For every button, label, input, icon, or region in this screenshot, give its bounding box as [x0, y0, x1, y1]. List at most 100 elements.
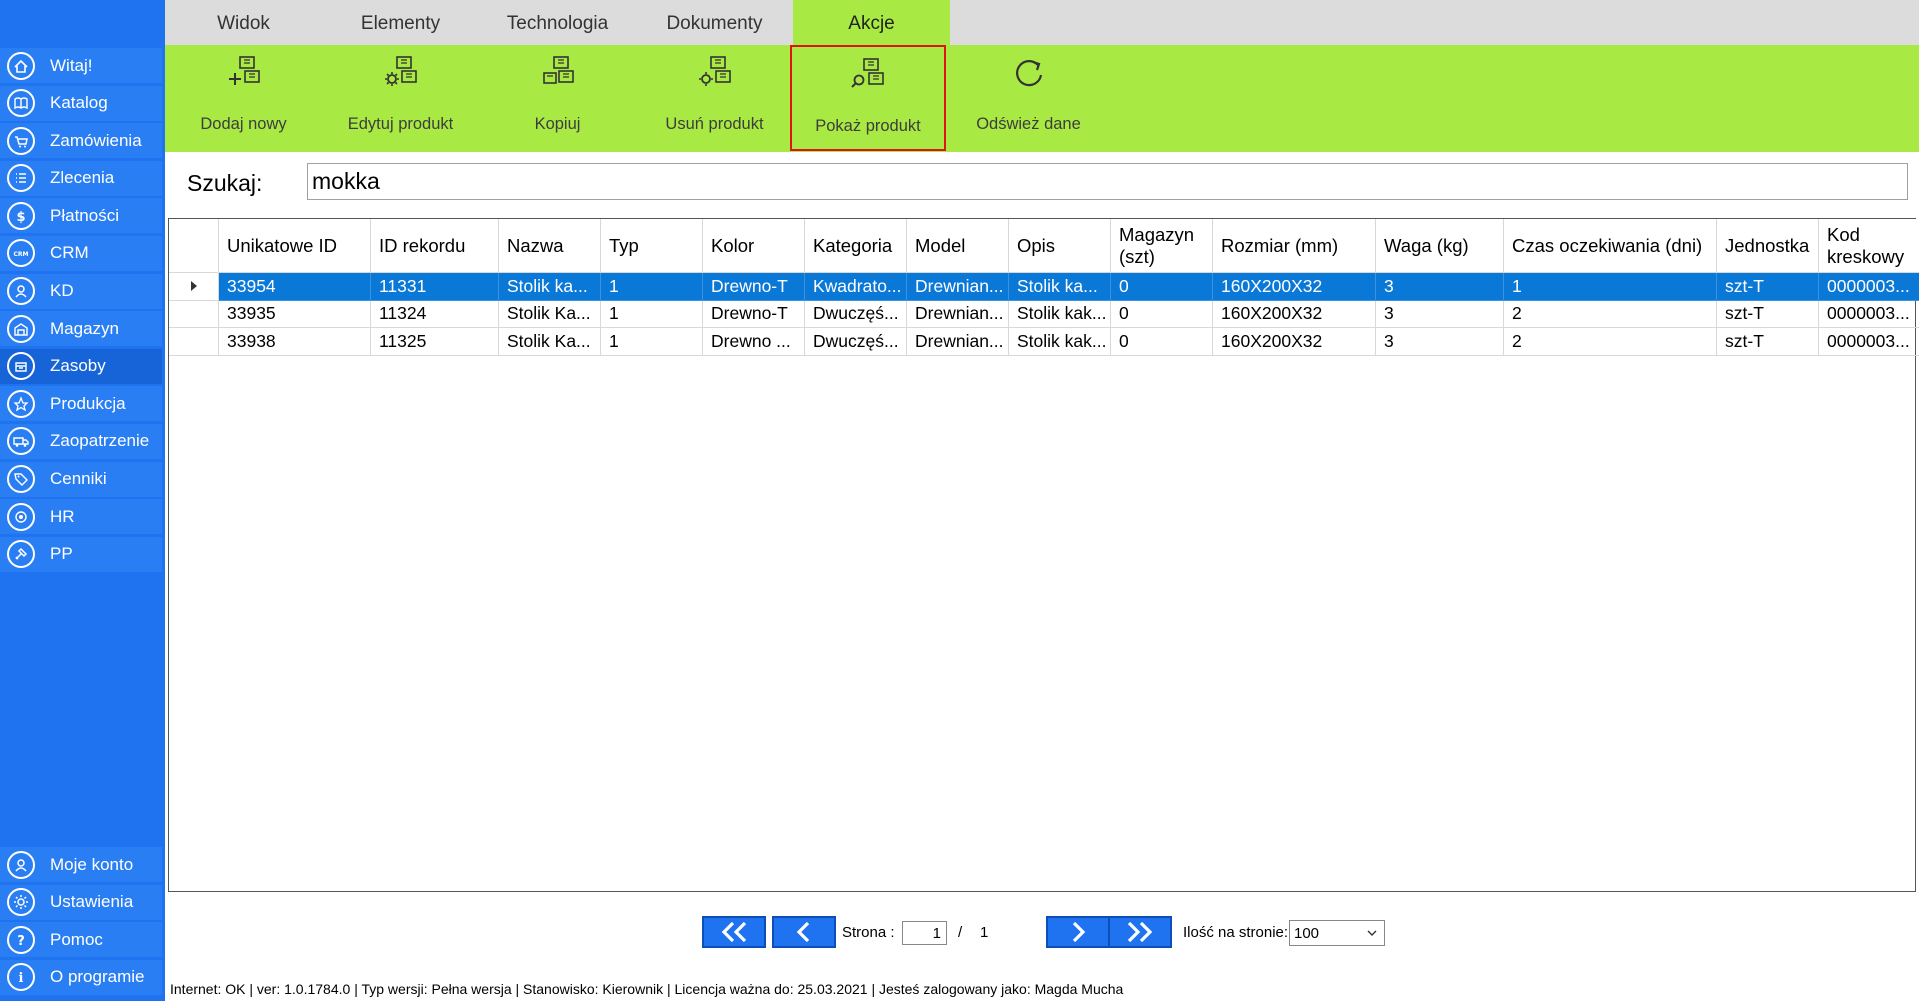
table-cell[interactable]: Dwuczęś... — [805, 328, 907, 356]
table-cell[interactable]: Drewnian... — [907, 328, 1009, 356]
first-page-button[interactable] — [702, 916, 766, 948]
tab-elementy[interactable]: Elementy — [322, 0, 479, 45]
items-per-page-select[interactable]: 100 — [1289, 920, 1385, 946]
table-cell[interactable]: Kwadrato... — [805, 273, 907, 301]
table-cell[interactable]: 11324 — [371, 300, 499, 328]
edytuj-produkt-button[interactable]: Edytuj produkt — [322, 45, 479, 152]
sidebar-item-kd[interactable]: KD — [0, 273, 162, 309]
page-number-input[interactable] — [902, 921, 947, 945]
table-row[interactable]: 33938 11325 Stolik Ka... 1 Drewno ... Dwuczęś… — [169, 328, 1919, 356]
sidebar-item-ustawienia[interactable]: Ustawienia — [0, 884, 162, 920]
table-cell[interactable]: 0000003... — [1819, 273, 1919, 301]
tab-dokumenty[interactable]: Dokumenty — [636, 0, 793, 45]
table-cell[interactable]: 2 — [1504, 328, 1717, 356]
column-header[interactable]: Typ — [601, 219, 703, 273]
dodaj-nowy-button[interactable]: Dodaj nowy — [165, 45, 322, 152]
sidebar-item-platnosci[interactable]: $ Płatności — [0, 198, 162, 234]
table-cell[interactable]: 1 — [601, 273, 703, 301]
tab-widok[interactable]: Widok — [165, 0, 322, 45]
sidebar-item-zasoby[interactable]: Zasoby — [0, 348, 162, 384]
table-cell[interactable]: 3 — [1376, 300, 1504, 328]
table-row[interactable]: 33954 11331 Stolik ka... 1 Drewno-T Kwadrato.… — [169, 273, 1919, 301]
table-cell[interactable]: Stolik Ka... — [499, 328, 601, 356]
table-cell[interactable]: 160X200X32 — [1213, 273, 1376, 301]
table-row[interactable]: 33935 11324 Stolik Ka... 1 Drewno-T Dwuczęś..… — [169, 300, 1919, 328]
row-selector[interactable] — [169, 328, 219, 356]
sidebar-item-hr[interactable]: HR — [0, 499, 162, 535]
table-cell[interactable]: 1 — [1504, 273, 1717, 301]
kopiuj-button[interactable]: Kopiuj — [479, 45, 636, 152]
table-cell[interactable]: Stolik kak... — [1009, 300, 1111, 328]
table-cell[interactable]: Stolik ka... — [499, 273, 601, 301]
sidebar-item-crm[interactable]: CRM CRM — [0, 235, 162, 271]
table-cell[interactable]: Drewnian... — [907, 300, 1009, 328]
table-cell[interactable]: Stolik ka... — [1009, 273, 1111, 301]
table-cell[interactable]: Dwuczęś... — [805, 300, 907, 328]
products-table[interactable]: Unikatowe ID ID rekordu Nazwa Typ Kolor Kateg… — [168, 218, 1919, 892]
sidebar-item-pomoc[interactable]: ? Pomoc — [0, 922, 162, 958]
sidebar-item-magazyn[interactable]: Magazyn — [0, 311, 162, 347]
table-cell[interactable]: 2 — [1504, 300, 1717, 328]
column-header[interactable]: Waga (kg) — [1376, 219, 1504, 273]
column-header[interactable]: Magazyn (szt) — [1111, 219, 1213, 273]
column-header[interactable]: Czas oczekiwania (dni) — [1504, 219, 1717, 273]
table-cell[interactable]: Stolik Ka... — [499, 300, 601, 328]
column-header[interactable]: Kod kreskowy — [1819, 219, 1919, 273]
pokaz-produkt-button[interactable]: Pokaż produkt — [790, 45, 946, 151]
table-cell[interactable]: 11325 — [371, 328, 499, 356]
table-cell[interactable]: 0 — [1111, 328, 1213, 356]
table-cell[interactable]: Drewno-T — [703, 300, 805, 328]
table-cell[interactable]: 33935 — [219, 300, 371, 328]
next-page-button[interactable] — [1046, 916, 1110, 948]
usun-produkt-button[interactable]: Usuń produkt — [636, 45, 793, 152]
table-cell[interactable]: 33954 — [219, 273, 371, 301]
table-cell[interactable]: 33938 — [219, 328, 371, 356]
table-cell[interactable]: 0 — [1111, 300, 1213, 328]
column-header[interactable]: Opis — [1009, 219, 1111, 273]
sidebar-item-witaj[interactable]: Witaj! — [0, 48, 162, 83]
table-cell[interactable]: szt-T — [1717, 273, 1819, 301]
table-cell[interactable]: 160X200X32 — [1213, 300, 1376, 328]
search-input[interactable] — [307, 163, 1908, 200]
sidebar-item-produkcja[interactable]: Produkcja — [0, 386, 162, 422]
table-cell[interactable]: 0000003... — [1819, 328, 1919, 356]
sidebar-item-katalog[interactable]: Katalog — [0, 85, 162, 121]
sidebar-item-o-programie[interactable]: i O programie — [0, 959, 162, 995]
sidebar-item-zaopatrzenie[interactable]: Zaopatrzenie — [0, 423, 162, 459]
last-page-button[interactable] — [1108, 916, 1172, 948]
row-selector[interactable] — [169, 273, 219, 301]
table-cell[interactable]: 0 — [1111, 273, 1213, 301]
column-header[interactable]: Nazwa — [499, 219, 601, 273]
sidebar-item-moje-konto[interactable]: Moje konto — [0, 847, 162, 882]
previous-page-button[interactable] — [772, 916, 836, 948]
table-cell[interactable]: 3 — [1376, 273, 1504, 301]
sidebar-item-cenniki[interactable]: Cenniki — [0, 461, 162, 497]
sidebar-item-zamowienia[interactable]: Zamówienia — [0, 123, 162, 159]
tab-akcje[interactable]: Akcje — [793, 0, 950, 45]
table-cell[interactable]: 3 — [1376, 328, 1504, 356]
table-cell[interactable]: 160X200X32 — [1213, 328, 1376, 356]
sidebar-item-zlecenia[interactable]: Zlecenia — [0, 160, 162, 196]
column-header[interactable]: Rozmiar (mm) — [1213, 219, 1376, 273]
table-cell[interactable]: 0000003... — [1819, 301, 1919, 328]
table-cell[interactable]: 11331 — [371, 273, 499, 301]
table-cell[interactable]: 1 — [601, 300, 703, 328]
table-cell[interactable]: Stolik kak... — [1009, 328, 1111, 356]
sidebar-item-label: Magazyn — [50, 318, 119, 338]
column-header[interactable]: Jednostka — [1717, 219, 1819, 273]
column-header[interactable]: Unikatowe ID — [219, 219, 371, 273]
column-header[interactable]: Model — [907, 219, 1009, 273]
table-cell[interactable]: szt-T — [1717, 300, 1819, 328]
tab-technologia[interactable]: Technologia — [479, 0, 636, 45]
column-header[interactable]: Kolor — [703, 219, 805, 273]
sidebar-item-pp[interactable]: PP — [0, 536, 162, 572]
column-header[interactable]: ID rekordu — [371, 219, 499, 273]
table-cell[interactable]: Drewno ... — [703, 328, 805, 356]
table-cell[interactable]: Drewno-T — [703, 273, 805, 301]
table-cell[interactable]: szt-T — [1717, 328, 1819, 356]
table-cell[interactable]: 1 — [601, 328, 703, 356]
odswiez-dane-button[interactable]: Odśwież dane — [950, 45, 1107, 152]
column-header[interactable]: Kategoria — [805, 219, 907, 273]
table-cell[interactable]: Drewnian... — [907, 273, 1009, 301]
row-selector[interactable] — [169, 300, 219, 328]
